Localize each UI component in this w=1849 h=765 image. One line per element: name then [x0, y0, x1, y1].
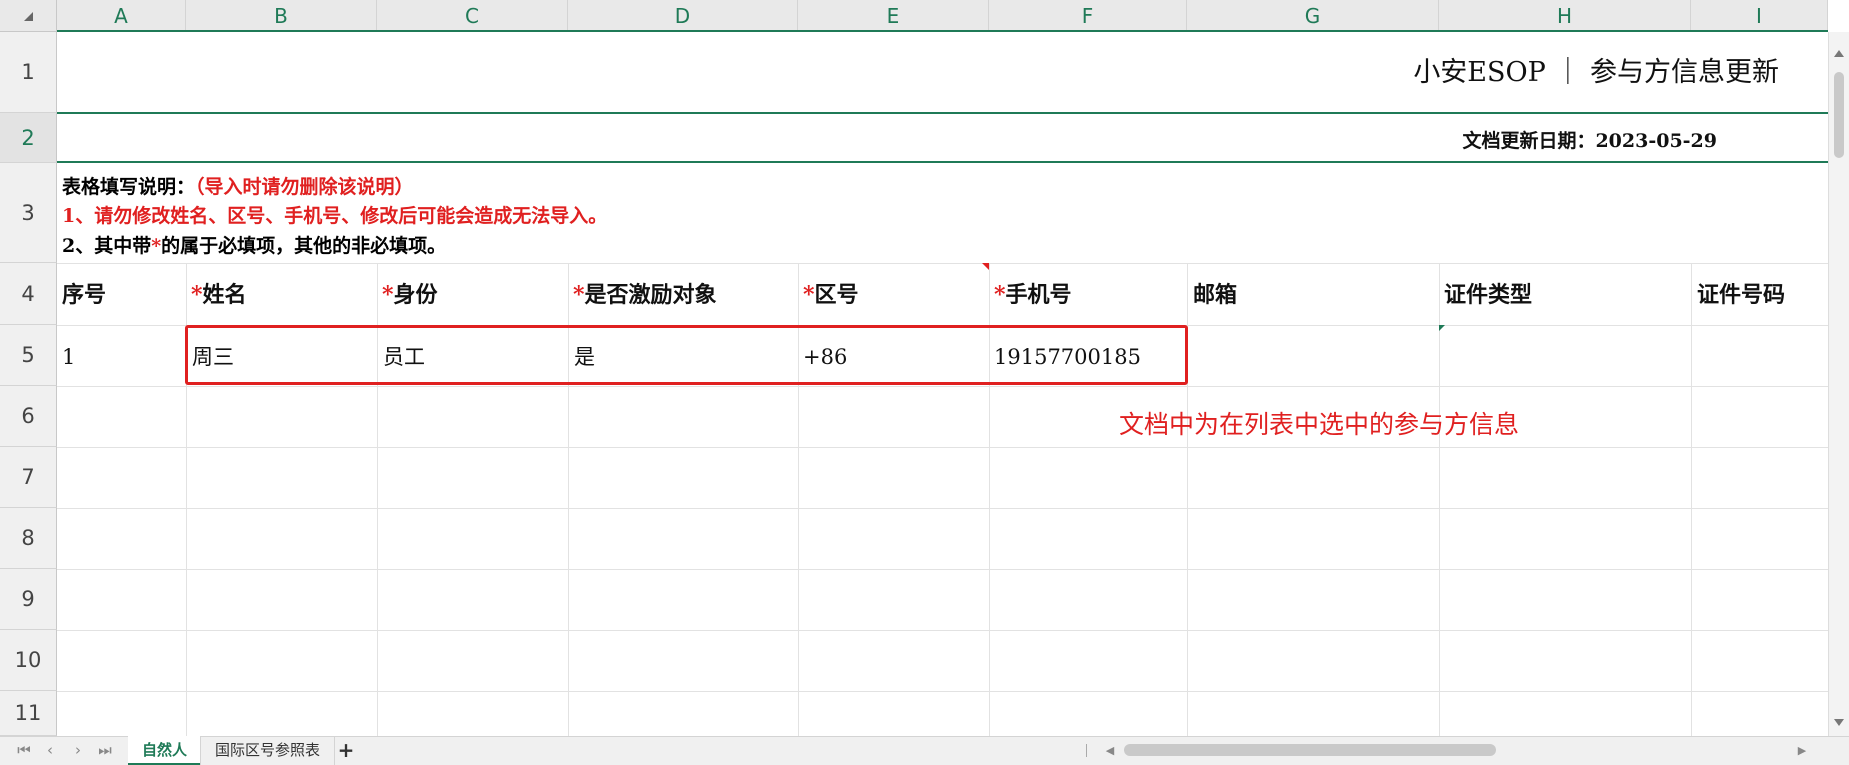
row-header-10[interactable]: 10	[0, 630, 57, 691]
required-star: *	[151, 235, 162, 257]
first-sheet-icon[interactable]: ⏮	[12, 736, 36, 765]
required-star: *	[803, 282, 815, 308]
grid-line	[1691, 263, 1692, 736]
row-header-3[interactable]: 3	[0, 163, 57, 263]
column-header-selection-line	[57, 30, 1828, 32]
grid-line	[57, 447, 1828, 448]
scroll-divider[interactable]	[1086, 744, 1087, 757]
row-header-6[interactable]: 6	[0, 386, 57, 447]
horizontal-scroll-thumb[interactable]	[1124, 744, 1496, 756]
header-label: 邮箱	[1193, 282, 1238, 308]
add-sheet-icon[interactable]: +	[334, 736, 358, 765]
row-header-4[interactable]: 4	[0, 263, 57, 325]
header-id-type[interactable]: 证件类型	[1444, 274, 1532, 316]
vertical-scrollbar[interactable]	[1828, 32, 1849, 736]
header-role[interactable]: *身份	[382, 274, 438, 316]
instructions-line-2-suffix: 的属于必填项，其他的非必填项。	[161, 235, 447, 257]
vertical-scroll-thumb[interactable]	[1834, 72, 1844, 158]
row-header-9[interactable]: 9	[0, 569, 57, 630]
header-name[interactable]: *姓名	[191, 274, 247, 316]
scroll-down-icon[interactable]	[1834, 719, 1844, 726]
instructions-line-2[interactable]: 2、其中带*的属于必填项，其他的非必填项。	[62, 231, 446, 258]
corner-triangle-icon	[24, 12, 33, 21]
grid-line	[1439, 263, 1440, 736]
header-label: 序号	[62, 282, 107, 308]
header-incentive[interactable]: *是否激励对象	[573, 274, 717, 316]
highlight-box	[185, 325, 1188, 385]
column-header-a[interactable]: A	[57, 0, 186, 32]
scroll-right-icon[interactable]: ▶	[1790, 736, 1814, 765]
required-star: *	[994, 282, 1006, 308]
column-header-f[interactable]: F	[989, 0, 1187, 32]
scroll-up-icon[interactable]	[1834, 50, 1844, 57]
column-header-c[interactable]: C	[377, 0, 568, 32]
header-phone[interactable]: *手机号	[994, 274, 1072, 316]
grid-line	[57, 508, 1828, 509]
header-label: 是否激励对象	[584, 282, 717, 308]
header-id-number[interactable]: 证件号码	[1697, 274, 1785, 316]
last-sheet-icon[interactable]: ⏭	[93, 736, 117, 765]
row-header-7[interactable]: 7	[0, 447, 57, 508]
required-star: *	[573, 282, 585, 308]
grid-line	[57, 386, 1828, 387]
header-label: 区号	[814, 282, 859, 308]
sheet-tab-natural-person[interactable]: 自然人	[128, 736, 202, 765]
grid-line	[57, 569, 1828, 570]
row-header-5[interactable]: 5	[0, 325, 57, 386]
comment-indicator-icon[interactable]	[982, 263, 989, 270]
header-label: 身份	[393, 282, 438, 308]
row-header-2[interactable]: 2	[0, 113, 57, 163]
header-email[interactable]: 邮箱	[1193, 274, 1237, 316]
required-star: *	[191, 282, 203, 308]
cell-marker-icon	[1439, 325, 1445, 331]
header-area-code[interactable]: *区号	[803, 274, 859, 316]
row-header-1[interactable]: 1	[0, 32, 57, 113]
instructions-line-2-prefix: 2、其中带	[62, 235, 152, 257]
row-header-8[interactable]: 8	[0, 508, 57, 569]
instructions-heading: 表格填写说明：	[62, 176, 196, 198]
instructions-heading-note: （导入时请勿删除该说明）	[195, 176, 414, 198]
row-header-11[interactable]: 11	[0, 691, 57, 736]
header-label: 姓名	[202, 282, 247, 308]
sheet-tab-area-codes[interactable]: 国际区号参照表	[200, 736, 336, 765]
column-header-g[interactable]: G	[1187, 0, 1439, 32]
header-label: 证件号码	[1697, 282, 1786, 308]
required-star: *	[382, 282, 394, 308]
prev-sheet-icon[interactable]: ‹	[38, 736, 62, 765]
cell-index[interactable]: 1	[62, 336, 75, 378]
header-index[interactable]: 序号	[62, 274, 106, 316]
column-header-e[interactable]: E	[798, 0, 989, 32]
grid-line	[57, 691, 1828, 692]
grid-line	[57, 630, 1828, 631]
sheet-title[interactable]: 小安ESOP ｜ 参与方信息更新	[1413, 50, 1779, 89]
annotation-text: 文档中为在列表中选中的参与方信息	[1119, 410, 1520, 439]
next-sheet-icon[interactable]: ›	[66, 736, 90, 765]
instructions-heading-line[interactable]: 表格填写说明：（导入时请勿删除该说明）	[62, 172, 414, 199]
header-label: 手机号	[1005, 282, 1072, 308]
column-header-d[interactable]: D	[568, 0, 798, 32]
select-all-corner[interactable]	[0, 0, 57, 32]
column-header-i[interactable]: I	[1691, 0, 1828, 32]
grid-line	[57, 263, 1828, 264]
instructions-line-1[interactable]: 1、请勿修改姓名、区号、手机号、修改后可能会造成无法导入。	[62, 201, 607, 228]
update-date[interactable]: 文档更新日期：2023-05-29	[1462, 126, 1717, 153]
column-header-b[interactable]: B	[186, 0, 377, 32]
scroll-left-icon[interactable]: ◀	[1098, 736, 1122, 765]
column-header-h[interactable]: H	[1439, 0, 1691, 32]
header-label: 证件类型	[1444, 282, 1533, 308]
